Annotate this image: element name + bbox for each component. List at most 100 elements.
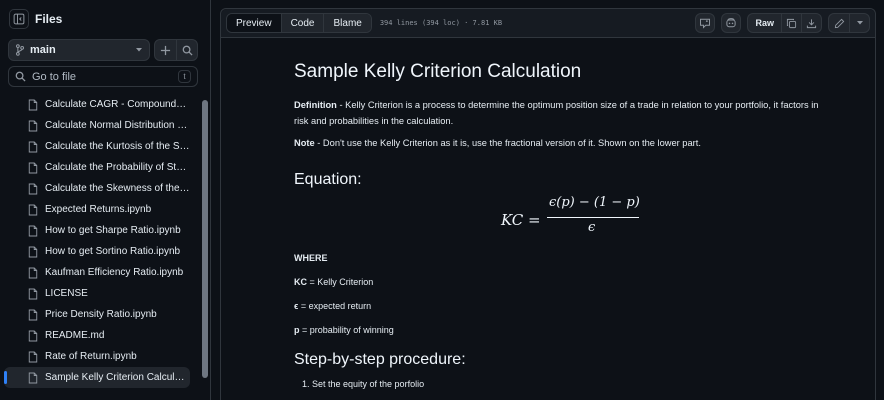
tab-code[interactable]: Code bbox=[280, 14, 324, 32]
file-tree-item[interactable]: Sample Kelly Criterion Calculatio... bbox=[4, 367, 190, 388]
file-tree: Calculate CAGR - Compounded A... Calculat… bbox=[0, 94, 198, 400]
file-tree-item[interactable]: README.md bbox=[4, 325, 190, 346]
copy-raw-button[interactable] bbox=[781, 14, 801, 32]
file-icon bbox=[28, 267, 38, 278]
file-tree-item[interactable]: Price Density Ratio.ipynb bbox=[4, 304, 190, 325]
file-tree-item[interactable]: Calculate the Skewness of the St... bbox=[4, 178, 190, 199]
file-info: 394 lines (394 loc) · 7.81 KB bbox=[379, 19, 503, 27]
file-name: How to get Sortino Ratio.ipynb bbox=[45, 246, 181, 257]
tab-preview[interactable]: Preview bbox=[227, 14, 281, 32]
file-icon bbox=[28, 309, 38, 320]
kc-definition: KC = Kelly Criterion bbox=[294, 277, 834, 287]
file-tree-item[interactable]: Calculate the Kurtosis of the Stoc... bbox=[4, 136, 190, 157]
go-to-file-input[interactable] bbox=[32, 70, 178, 83]
file-icon bbox=[28, 141, 38, 152]
note-paragraph: Note - Don't use the Kelly Criterion as … bbox=[294, 135, 834, 151]
search-code-button[interactable] bbox=[176, 40, 197, 60]
go-to-file-box[interactable]: t bbox=[8, 66, 198, 87]
formula-denominator: ϵ bbox=[588, 220, 596, 235]
branch-row: main bbox=[8, 39, 198, 61]
search-icon bbox=[15, 71, 26, 82]
download-icon bbox=[806, 18, 817, 28]
edit-group bbox=[828, 13, 870, 33]
ask-copilot-icon bbox=[700, 18, 711, 29]
definition-text: - Kelly Criterion is a process to determ… bbox=[294, 100, 819, 126]
github-file-view: Files main t Calculate CAGR - Compou bbox=[0, 0, 884, 400]
edit-options-dropdown[interactable] bbox=[849, 14, 869, 32]
where-label: WHERE bbox=[294, 253, 834, 263]
collapse-sidebar-button[interactable] bbox=[9, 9, 29, 29]
toolbar-actions: Raw bbox=[695, 13, 870, 33]
file-tree-item[interactable]: Calculate the Probability of Stock... bbox=[4, 157, 190, 178]
epsilon-text: = expected return bbox=[298, 301, 372, 311]
file-icon bbox=[28, 372, 38, 383]
file-icon bbox=[28, 288, 38, 299]
download-raw-button[interactable] bbox=[801, 14, 821, 32]
pencil-icon bbox=[834, 18, 844, 28]
file-icon bbox=[28, 351, 38, 362]
kc-label: KC bbox=[294, 277, 307, 287]
file-name: Rate of Return.ipynb bbox=[45, 351, 137, 362]
view-mode-tabs: Preview Code Blame bbox=[226, 13, 372, 33]
formula-numerator: ϵ(p) − (1 − p) bbox=[549, 195, 640, 210]
where-text: WHERE bbox=[294, 253, 328, 263]
search-icon bbox=[182, 45, 193, 56]
edit-file-button[interactable] bbox=[829, 14, 849, 32]
shortcut-key: t bbox=[178, 70, 191, 83]
file-tree-item[interactable]: How to get Sharpe Ratio.ipynb bbox=[4, 220, 190, 241]
file-name: Calculate CAGR - Compounded A... bbox=[45, 99, 190, 110]
file-tree-item[interactable]: Calculate CAGR - Compounded A... bbox=[4, 94, 190, 115]
equation-heading: Equation: bbox=[294, 171, 362, 188]
file-tree-item[interactable]: Rate of Return.ipynb bbox=[4, 346, 190, 367]
raw-copy-download-group: Raw bbox=[747, 13, 822, 33]
kc-text: = Kelly Criterion bbox=[307, 277, 374, 287]
tab-blame[interactable]: Blame bbox=[323, 14, 371, 32]
file-icon bbox=[28, 204, 38, 215]
file-tree-item[interactable]: Expected Returns.ipynb bbox=[4, 199, 190, 220]
file-name: LICENSE bbox=[45, 288, 88, 299]
sidebar-title: Files bbox=[35, 12, 63, 26]
steps-heading: Step-by-step procedure: bbox=[294, 351, 466, 368]
file-tree-sidebar: Files main t Calculate CAGR - Compou bbox=[0, 0, 211, 400]
steps-list: Set the equity of the porfolio bbox=[294, 377, 834, 391]
fraction-bar bbox=[547, 217, 639, 218]
branch-name: main bbox=[30, 44, 56, 56]
file-name: Calculate the Skewness of the St... bbox=[45, 183, 190, 194]
plus-icon bbox=[160, 45, 171, 55]
file-name: Kaufman Efficiency Ratio.ipynb bbox=[45, 267, 184, 278]
file-tree-item[interactable]: Kaufman Efficiency Ratio.ipynb bbox=[4, 262, 190, 283]
file-name: Calculate the Kurtosis of the Stoc... bbox=[45, 141, 190, 152]
branch-selector[interactable]: main bbox=[8, 39, 150, 61]
file-icon bbox=[28, 225, 38, 236]
file-name: Calculate the Probability of Stock... bbox=[45, 162, 190, 173]
triangle-down-icon bbox=[856, 21, 863, 25]
sidebar-header: Files bbox=[9, 8, 62, 30]
epsilon-definition: ϵ = expected return bbox=[294, 301, 834, 311]
scrollbar-thumb[interactable] bbox=[202, 100, 208, 378]
file-name: How to get Sharpe Ratio.ipynb bbox=[45, 225, 181, 236]
file-icon bbox=[28, 246, 38, 257]
file-icon bbox=[28, 99, 38, 110]
copilot-button[interactable] bbox=[721, 13, 742, 33]
file-tree-item[interactable]: How to get Sortino Ratio.ipynb bbox=[4, 241, 190, 262]
file-viewer: Preview Code Blame 394 lines (394 loc) · 7… bbox=[220, 8, 876, 400]
file-name: Sample Kelly Criterion Calculatio... bbox=[45, 372, 190, 383]
formula-lhs: KC = bbox=[501, 211, 541, 229]
note-label: Note bbox=[294, 138, 315, 148]
raw-button[interactable]: Raw bbox=[748, 14, 781, 32]
file-tree-item[interactable]: LICENSE bbox=[4, 283, 190, 304]
p-definition: p = probability of winning bbox=[294, 325, 834, 335]
copilot-chat-button[interactable] bbox=[695, 13, 716, 33]
note-text: - Don't use the Kelly Criterion as it is… bbox=[314, 138, 701, 148]
add-file-button[interactable] bbox=[155, 40, 176, 60]
markdown-body: Sample Kelly Criterion Calculation Defin… bbox=[294, 61, 834, 391]
file-tree-item[interactable]: Calculate Normal Distribution of ... bbox=[4, 115, 190, 136]
file-icon bbox=[28, 162, 38, 173]
triangle-down-icon bbox=[136, 48, 142, 52]
file-name: README.md bbox=[45, 330, 105, 341]
file-icon bbox=[28, 330, 38, 341]
copy-icon bbox=[786, 18, 797, 28]
definition-label: Definition bbox=[294, 100, 337, 110]
file-name: Price Density Ratio.ipynb bbox=[45, 309, 157, 320]
copilot-icon bbox=[726, 18, 737, 28]
